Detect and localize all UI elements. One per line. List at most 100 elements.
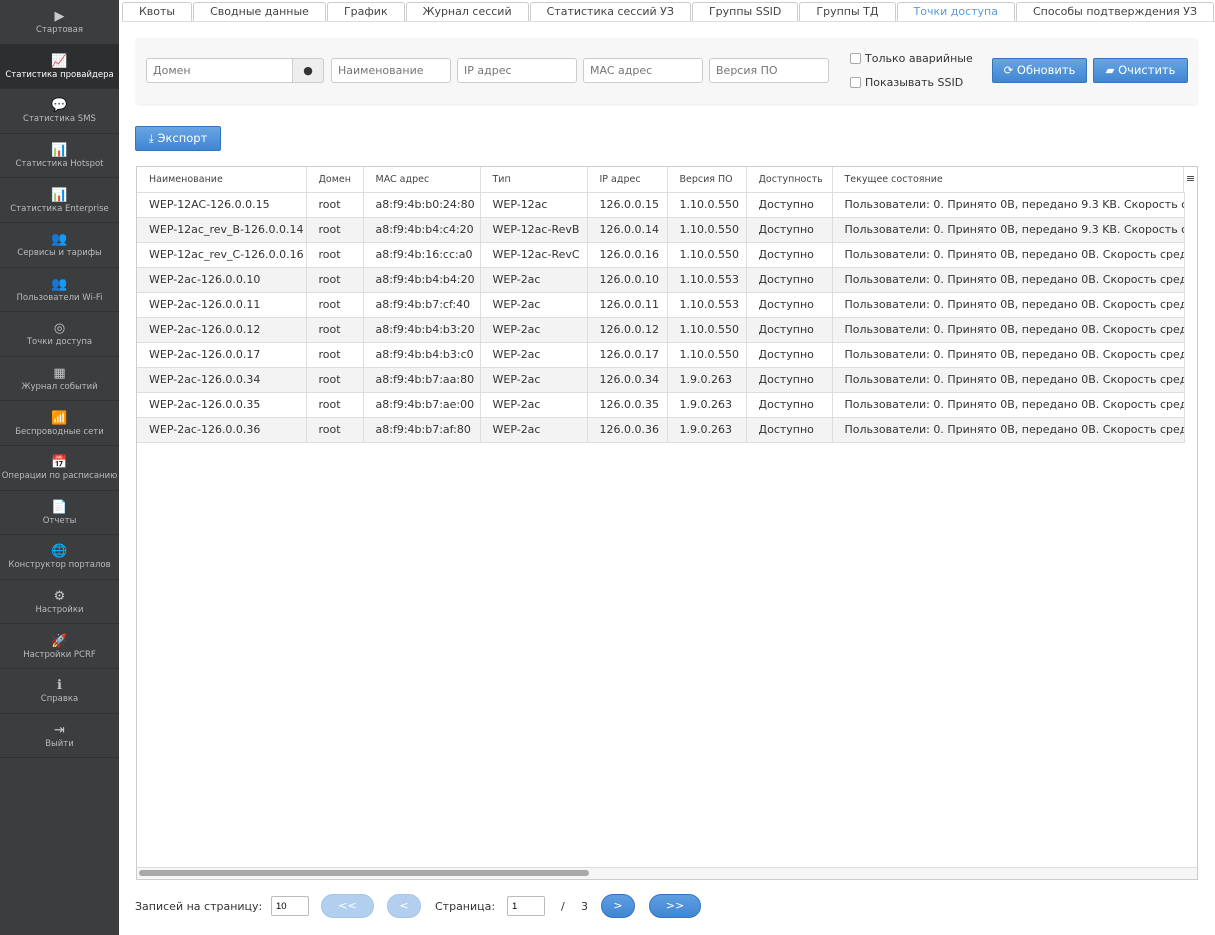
- refresh-icon: ⟳: [1003, 63, 1014, 77]
- tab[interactable]: Группы ТД: [799, 2, 896, 21]
- export-label: Экспорт: [157, 131, 208, 145]
- only-alarm-checkbox[interactable]: Только аварийные: [850, 52, 973, 65]
- download-icon: ⤓: [148, 131, 154, 145]
- bar-chart-icon: 📊: [51, 143, 68, 159]
- table-row[interactable]: WEP-12ac_rev_B-126.0.0.14 root a8:f9:4b:b4…: [137, 217, 1185, 243]
- tab[interactable]: Журнал сессий: [405, 2, 529, 21]
- sidebar-item-label: Пользователи Wi-Fi: [16, 292, 103, 303]
- sidebar-item-label: Конструктор порталов: [8, 560, 111, 571]
- version-input[interactable]: [709, 58, 829, 83]
- table-cell: WEP-2ac-126.0.0.17: [137, 342, 307, 368]
- show-ssid-checkbox[interactable]: Показывать SSID: [850, 76, 963, 89]
- tab[interactable]: График: [326, 2, 405, 21]
- table-row[interactable]: WEP-12ac_rev_C-126.0.0.16 root a8:f9:4b:16…: [137, 242, 1185, 268]
- table-row[interactable]: WEP-2ac-126.0.0.17 root a8:f9:4b:b4:b3:c0 W…: [137, 342, 1185, 368]
- sidebar-item[interactable]: ℹ Справка: [0, 669, 119, 714]
- ip-input[interactable]: [457, 58, 577, 83]
- table-row[interactable]: WEP-2ac-126.0.0.35 root a8:f9:4b:b7:ae:00 W…: [137, 392, 1185, 418]
- table-cell: 1.10.0.550: [667, 217, 747, 243]
- table-cell: 126.0.0.10: [587, 267, 668, 293]
- table-cell: Доступно: [746, 292, 833, 318]
- sidebar-item-label: Операции по расписанию: [1, 471, 118, 482]
- tab[interactable]: Группы SSID: [691, 2, 799, 21]
- column-header[interactable]: Доступность: [746, 167, 833, 193]
- column-header[interactable]: MAC адрес: [363, 167, 481, 193]
- sidebar-item[interactable]: ⚙ Настройки: [0, 580, 119, 625]
- sidebar-item[interactable]: ▶ Стартовая: [0, 0, 119, 45]
- tab[interactable]: Квоты: [122, 2, 193, 21]
- export-button[interactable]: ⤓ Экспорт: [135, 126, 221, 151]
- prev-page-button[interactable]: <: [387, 894, 421, 918]
- column-header[interactable]: Домен: [306, 167, 364, 193]
- table-cell: a8:f9:4b:b4:b3:c0: [363, 342, 481, 368]
- per-page-input[interactable]: [271, 896, 309, 916]
- sidebar-item[interactable]: ⇥ Выйти: [0, 714, 119, 759]
- first-page-button[interactable]: <<: [321, 894, 374, 918]
- target-icon: ◎: [53, 321, 66, 337]
- table-cell: Доступно: [746, 217, 833, 243]
- domain-input[interactable]: [146, 58, 294, 83]
- table-cell: 126.0.0.36: [587, 417, 668, 443]
- name-input[interactable]: [331, 58, 451, 83]
- tab[interactable]: Статистика сессий УЗ: [529, 2, 691, 21]
- scrollbar-thumb[interactable]: [139, 870, 589, 876]
- column-header[interactable]: Версия ПО: [667, 167, 747, 193]
- table-row[interactable]: WEP-12AC-126.0.0.15 root a8:f9:4b:b0:24:80…: [137, 192, 1185, 218]
- chart-line-icon: 📈: [51, 53, 68, 69]
- sidebar-item[interactable]: 👥 Сервисы и тарифы: [0, 223, 119, 268]
- table-cell: 1.10.0.550: [667, 242, 747, 268]
- column-header[interactable]: Тип: [480, 167, 588, 193]
- table-row[interactable]: WEP-2ac-126.0.0.11 root a8:f9:4b:b7:cf:40 W…: [137, 292, 1185, 318]
- sidebar-item[interactable]: 📊 Статистика Hotspot: [0, 134, 119, 179]
- column-menu-icon[interactable]: ≡: [1183, 167, 1197, 192]
- next-page-button[interactable]: >: [601, 894, 635, 918]
- table-cell: WEP-2ac-126.0.0.11: [137, 292, 307, 318]
- sidebar-item[interactable]: 📶 Беспроводные сети: [0, 401, 119, 446]
- sidebar-item[interactable]: 🌐 Конструктор порталов: [0, 535, 119, 580]
- sidebar-item[interactable]: 📅 Операции по расписанию: [0, 446, 119, 491]
- table-cell: WEP-2ac-126.0.0.35: [137, 392, 307, 418]
- horizontal-scrollbar[interactable]: [137, 867, 1197, 879]
- table-cell: WEP-12ac-RevB: [480, 217, 588, 243]
- checkbox-box[interactable]: [850, 53, 861, 64]
- sidebar-item[interactable]: ◎ Точки доступа: [0, 312, 119, 357]
- clear-button[interactable]: ▰ Очистить: [1093, 58, 1188, 83]
- refresh-button[interactable]: ⟳ Обновить: [992, 58, 1087, 83]
- table-cell: Доступно: [746, 317, 833, 343]
- table-cell: root: [306, 242, 364, 268]
- sidebar-item[interactable]: 💬 Статистика SMS: [0, 89, 119, 134]
- table-cell: Пользователи: 0. Принято 0B, передано 0B…: [832, 367, 1185, 393]
- table-row[interactable]: WEP-2ac-126.0.0.10 root a8:f9:4b:b4:b4:20 W…: [137, 267, 1185, 293]
- mac-input[interactable]: [583, 58, 703, 83]
- sidebar-item[interactable]: ▦ Журнал событий: [0, 357, 119, 402]
- sidebar-item[interactable]: 📄 Отчеты: [0, 491, 119, 536]
- column-header[interactable]: Текущее состояние: [832, 167, 1185, 193]
- sidebar-item[interactable]: 🚀 Настройки PCRF: [0, 624, 119, 669]
- tab[interactable]: Сводные данные: [193, 2, 326, 21]
- page-input[interactable]: [507, 896, 545, 916]
- table-cell: WEP-2ac: [480, 292, 588, 318]
- last-page-button[interactable]: >>: [649, 894, 701, 918]
- domain-select-button[interactable]: ●: [292, 58, 324, 83]
- table-cell: 126.0.0.34: [587, 367, 668, 393]
- sidebar-item-label: Беспроводные сети: [15, 426, 104, 437]
- table-cell: root: [306, 217, 364, 243]
- table-cell: Пользователи: 0. Принято 0B, передано 0B…: [832, 242, 1185, 268]
- sidebar-item[interactable]: 📈 Статистика провайдера: [0, 44, 119, 90]
- tab[interactable]: Точки доступа: [896, 2, 1015, 21]
- sidebar-item[interactable]: 👥 Пользователи Wi-Fi: [0, 268, 119, 313]
- bar-chart-icon: 📊: [51, 187, 68, 203]
- table-row[interactable]: WEP-2ac-126.0.0.36 root a8:f9:4b:b7:af:80 W…: [137, 417, 1185, 443]
- table-cell: 1.10.0.550: [667, 192, 747, 218]
- column-header[interactable]: Наименование: [137, 167, 307, 193]
- sidebar-item[interactable]: 📊 Статистика Enterprise: [0, 178, 119, 223]
- tab[interactable]: Способы подтверждения УЗ: [1015, 2, 1214, 21]
- table-row[interactable]: WEP-2ac-126.0.0.12 root a8:f9:4b:b4:b3:20 W…: [137, 317, 1185, 343]
- column-header[interactable]: IP адрес: [587, 167, 668, 193]
- table-cell: Доступно: [746, 267, 833, 293]
- total-pages: 3: [581, 900, 588, 913]
- table-row[interactable]: WEP-2ac-126.0.0.34 root a8:f9:4b:b7:aa:80 W…: [137, 367, 1185, 393]
- table-cell: a8:f9:4b:b7:aa:80: [363, 367, 481, 393]
- checkbox-box[interactable]: [850, 77, 861, 88]
- table-cell: WEP-2ac: [480, 267, 588, 293]
